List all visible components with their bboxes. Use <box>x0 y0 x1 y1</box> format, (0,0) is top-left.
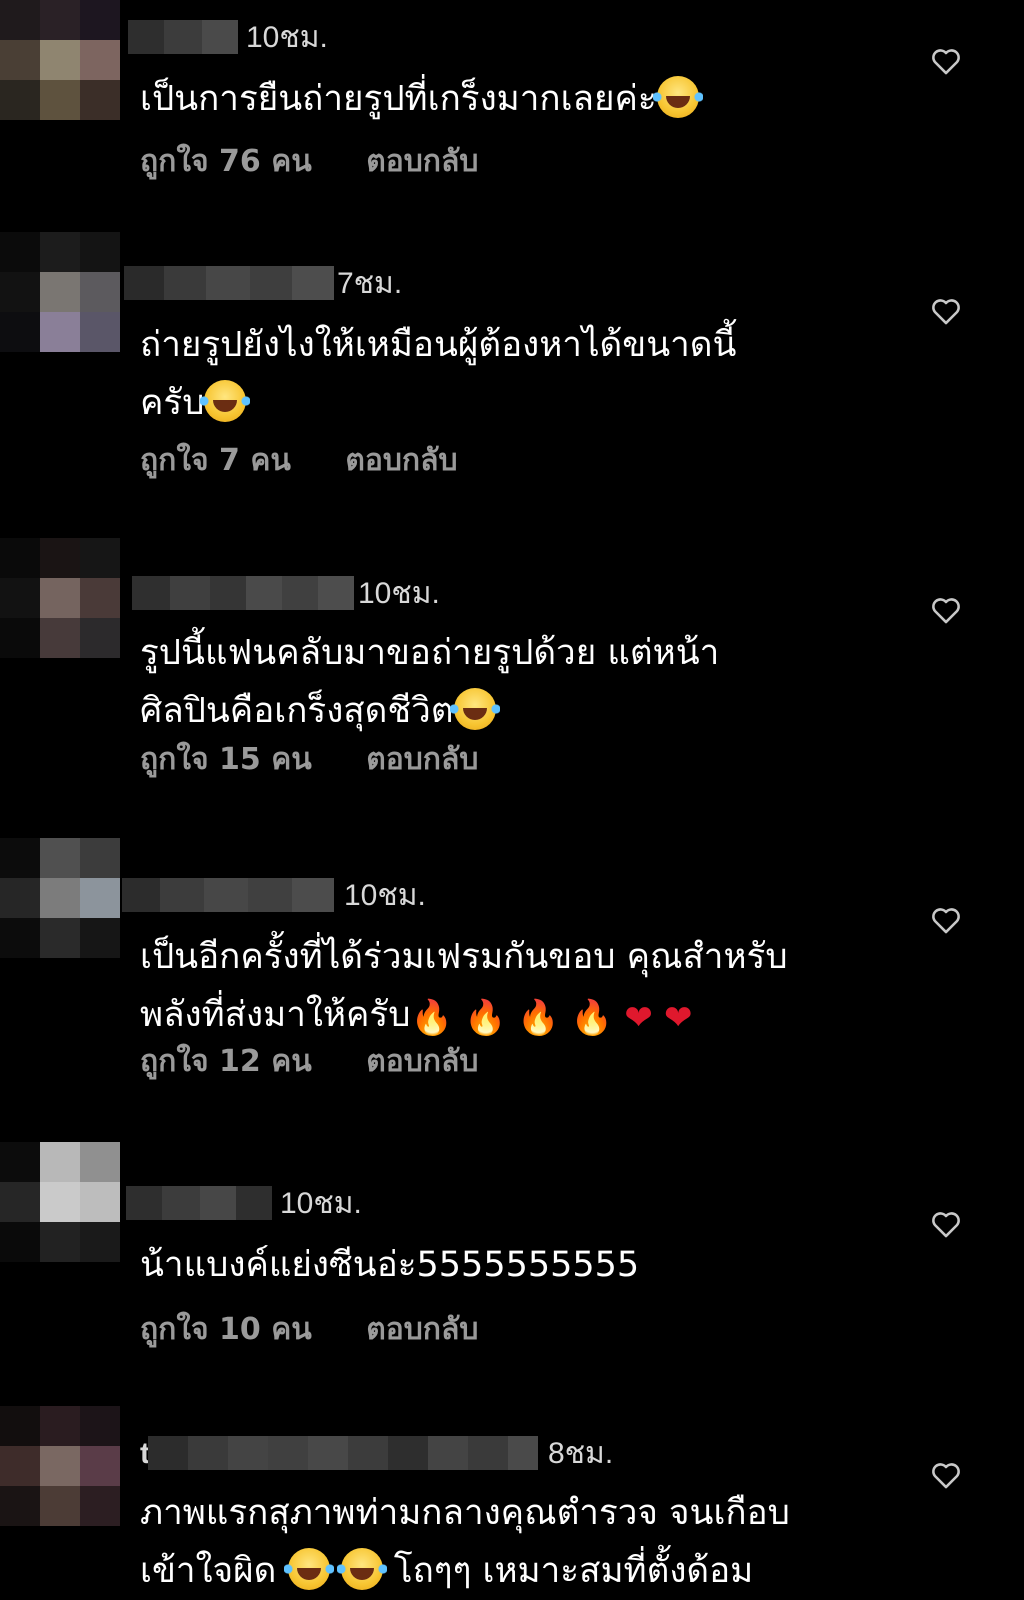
heart-outline-icon[interactable] <box>929 44 963 78</box>
avatar[interactable] <box>0 232 120 352</box>
reply-button[interactable]: ตอบกลับ <box>345 442 457 480</box>
avatar[interactable] <box>0 538 120 658</box>
comment-text: เป็นอีกครั้งที่ได้ร่วมเฟรมกันขอบ คุณสำหร… <box>140 928 788 1044</box>
comment-text-line: เป็นการยืนถ่ายรูปที่เกร็งมากเลยค่ะ <box>140 79 657 119</box>
comment-text-line: น้าแบงค์แย่งซีนอ่ะ5555555555 <box>140 1245 640 1285</box>
comment-text: รูปนี้แฟนคลับมาขอถ่ายรูปด้วย แต่หน้า ศิล… <box>140 624 719 740</box>
comment-time: 10ชม. <box>344 879 426 912</box>
comment-time: 7ชม. <box>337 267 403 300</box>
heart-outline-icon[interactable] <box>929 294 963 328</box>
comment-text-line: เข้าใจผิด <box>140 1551 277 1591</box>
username-redacted[interactable] <box>132 576 354 610</box>
reply-button[interactable]: ตอบกลับ <box>366 741 478 779</box>
avatar[interactable] <box>0 1406 120 1526</box>
comment-time: 10ชม. <box>358 577 440 610</box>
likes-count[interactable]: ถูกใจ 76 คน <box>140 143 312 181</box>
heart-outline-icon[interactable] <box>929 1207 963 1241</box>
comment-text-line: ครับ <box>140 383 205 423</box>
fire-emoji-icon: 🔥 <box>517 998 560 1038</box>
fire-emoji-icon: 🔥 <box>410 998 453 1038</box>
likes-count[interactable]: ถูกใจ 15 คน <box>140 741 312 779</box>
red-heart-emoji-icon: ❤ <box>624 998 653 1038</box>
reply-button[interactable]: ตอบกลับ <box>366 1043 478 1081</box>
comment-time: 10ชม. <box>246 21 328 54</box>
red-heart-emoji-icon: ❤ <box>664 998 693 1038</box>
fire-emoji-icon: 🔥 <box>463 998 507 1038</box>
comment-text: เป็นการยืนถ่ายรูปที่เกร็งมากเลยค่ะ <box>140 70 703 128</box>
comment-time: 10ชม. <box>280 1187 362 1220</box>
comment-text-line: รูปนี้แฟนคลับมาขอถ่ายรูปด้วย แต่หน้า <box>140 633 720 673</box>
laugh-emoji-icon <box>449 688 500 730</box>
laugh-emoji-icon <box>336 1548 387 1590</box>
comment-text: น้าแบงค์แย่งซีนอ่ะ5555555555 <box>140 1236 639 1294</box>
reply-button[interactable]: ตอบกลับ <box>366 143 478 181</box>
avatar[interactable] <box>0 0 120 120</box>
likes-count[interactable]: ถูกใจ 7 คน <box>140 442 291 480</box>
laugh-emoji-icon <box>200 380 251 422</box>
avatar[interactable] <box>0 1142 120 1262</box>
comment-text-line: ศิลปินคือเกร็งสุดชีวิต <box>140 691 454 731</box>
comment-text-line: พลังที่ส่งมาให้ครับ <box>140 995 411 1035</box>
avatar[interactable] <box>0 838 120 958</box>
comment-text-tail: โถๆๆ เหมาะสมที่ตั้งด้อม <box>393 1551 754 1591</box>
comment-text: ภาพแรกสุภาพท่ามกลางคุณตำรวจ จนเกือบ เข้า… <box>140 1484 790 1600</box>
comment-meta: ถูกใจ 12 คน ตอบกลับ <box>140 1043 478 1081</box>
comment-meta: ถูกใจ 76 คน ตอบกลับ <box>140 143 478 181</box>
username-redacted[interactable] <box>148 1436 538 1470</box>
username-redacted[interactable] <box>126 1186 272 1220</box>
reply-button[interactable]: ตอบกลับ <box>366 1311 478 1349</box>
heart-outline-icon[interactable] <box>929 593 963 627</box>
likes-count[interactable]: ถูกใจ 10 คน <box>140 1311 312 1349</box>
username-redacted[interactable] <box>122 878 334 912</box>
comment-meta: ถูกใจ 10 คน ตอบกลับ <box>140 1311 478 1349</box>
laugh-emoji-icon <box>652 76 703 118</box>
comment-meta: ถูกใจ 15 คน ตอบกลับ <box>140 741 478 779</box>
comment-time: 8ชม. <box>548 1437 614 1470</box>
comment-text-line: เป็นอีกครั้งที่ได้ร่วมเฟรมกันขอบ คุณสำหร… <box>140 937 788 977</box>
fire-emoji-icon: 🔥 <box>570 998 614 1038</box>
likes-count[interactable]: ถูกใจ 12 คน <box>140 1043 312 1081</box>
comment-meta: ถูกใจ 7 คน ตอบกลับ <box>140 442 458 480</box>
username-redacted[interactable] <box>128 20 238 54</box>
heart-outline-icon[interactable] <box>929 903 963 937</box>
comment-text: ถ่ายรูปยังไงให้เหมือนผู้ต้องหาได้ขนาดนี้… <box>140 316 736 432</box>
heart-outline-icon[interactable] <box>929 1458 963 1492</box>
comment-text-line: ถ่ายรูปยังไงให้เหมือนผู้ต้องหาได้ขนาดนี้ <box>140 325 737 365</box>
username-redacted[interactable] <box>124 266 334 300</box>
comment-text-line: ภาพแรกสุภาพท่ามกลางคุณตำรวจ จนเกือบ <box>140 1493 790 1533</box>
laugh-emoji-icon <box>283 1548 334 1590</box>
